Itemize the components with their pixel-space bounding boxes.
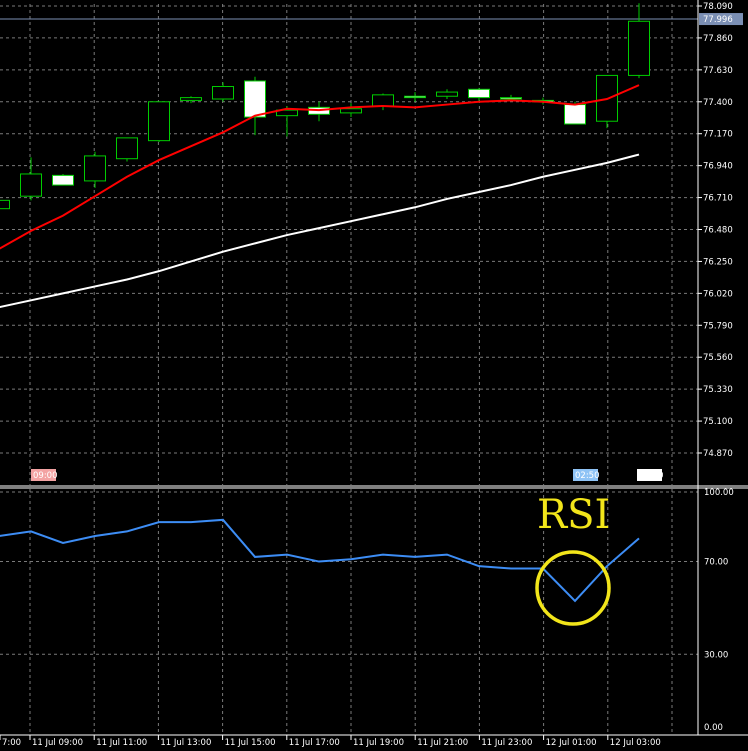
rsi-annotation-label: RSI (537, 492, 610, 538)
chart-background (0, 0, 748, 751)
time-axis-label: 7:00 (2, 738, 21, 748)
time-axis-label: 12 Jul 03:00 (610, 738, 661, 748)
price-axis-label: 76.940 (703, 162, 733, 172)
bullish-candle (20, 173, 42, 197)
price-axis-label: 75.560 (703, 353, 733, 363)
bullish-candle (436, 91, 458, 97)
time-axis-label: 11 Jul 19:00 (353, 738, 404, 748)
bullish-candle (0, 199, 10, 210)
price-axis-label: 74.870 (703, 449, 733, 459)
price-axis-label: 75.100 (703, 417, 733, 427)
bullish-candle (84, 155, 106, 182)
rsi-axis-label: 30.00 (704, 650, 728, 660)
bearish-candle (564, 104, 586, 125)
bullish-candle (116, 137, 138, 160)
price-axis-label: 75.330 (703, 385, 733, 395)
price-axis-label: 76.020 (703, 289, 733, 299)
bearish-candle (500, 97, 522, 100)
time-marker-label: 09:00 (33, 471, 58, 481)
time-axis-label: 11 Jul 13:00 (160, 738, 211, 748)
bearish-candle (244, 80, 266, 118)
time-axis-label: 11 Jul 23:00 (481, 738, 532, 748)
price-axis-label: 76.250 (703, 257, 733, 267)
rsi-axis-label: 70.00 (704, 558, 728, 568)
bearish-candle (404, 95, 426, 99)
current-price-label: 77.996 (703, 15, 733, 25)
time-axis-label: 11 Jul 17:00 (289, 738, 340, 748)
bullish-candle (372, 94, 394, 107)
price-axis-label: 77.630 (703, 66, 733, 76)
time-axis-label: 11 Jul 15:00 (225, 738, 276, 748)
price-axis-label: 75.790 (703, 321, 733, 331)
price-axis-label: 77.400 (703, 98, 733, 108)
time-marker-label: 02:50 (575, 471, 600, 481)
price-axis-label: 78.090 (703, 2, 733, 12)
rsi-axis-label: 0.00 (704, 723, 723, 733)
time-axis-label: 11 Jul 09:00 (32, 738, 83, 748)
rsi-axis-label: 100.00 (704, 488, 734, 498)
time-axis-label: 11 Jul 21:00 (417, 738, 468, 748)
time-axis-label: 11 Jul 11:00 (96, 738, 147, 748)
bullish-candle (628, 20, 650, 76)
bearish-candle (468, 88, 490, 99)
time-marker-label: 04:30 (639, 471, 664, 481)
bullish-candle (212, 86, 234, 100)
bullish-candle (148, 101, 170, 142)
chart-svg: 09:00 02:50 04:30 78.090 77.860 77.630 77.400… (0, 0, 748, 751)
bullish-candle (340, 108, 362, 114)
price-axis-label: 76.480 (703, 226, 733, 236)
bullish-candle (180, 97, 202, 101)
time-axis-label: 12 Jul 01:00 (546, 738, 597, 748)
price-axis-label: 77.170 (703, 130, 733, 140)
price-axis-label: 76.710 (703, 194, 733, 204)
bearish-candle (52, 174, 74, 186)
price-axis-label: 77.860 (703, 34, 733, 44)
